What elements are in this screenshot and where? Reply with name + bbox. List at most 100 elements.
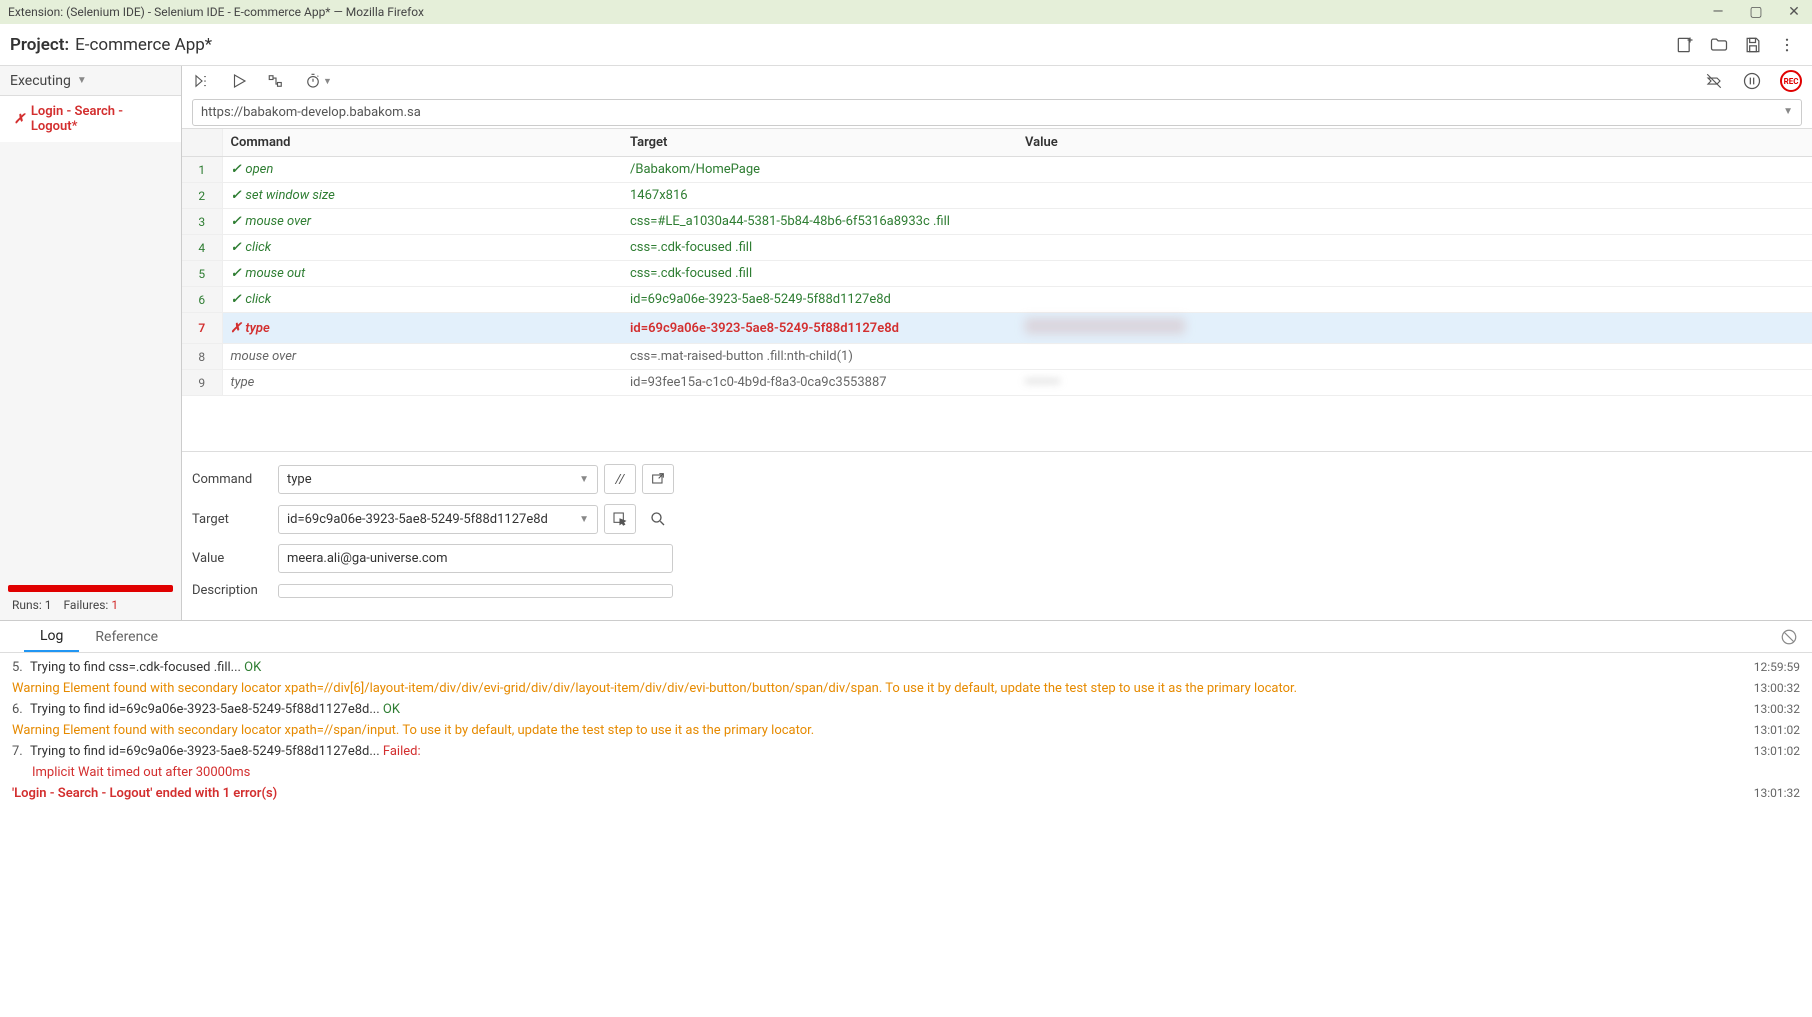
- folder-icon: [1709, 35, 1729, 55]
- run-current-button[interactable]: [230, 72, 248, 90]
- step-icon: [266, 72, 286, 90]
- log-timestamp: 13:00:32: [1754, 702, 1800, 716]
- check-icon: ✓: [231, 266, 242, 281]
- row-target: css=.cdk-focused .fill: [622, 235, 1017, 261]
- row-value: ••••••••: [1017, 370, 1812, 396]
- run-all-button[interactable]: [192, 72, 212, 90]
- log-timestamp: 12:59:59: [1754, 660, 1800, 674]
- col-num: [182, 129, 222, 157]
- row-number: 6: [182, 287, 222, 313]
- row-number: 4: [182, 235, 222, 261]
- test-name: Login - Search - Logout*: [31, 104, 167, 134]
- log-line: 6.Trying to find id=69c9a06e-3923-5ae8-5…: [0, 699, 1812, 720]
- record-button[interactable]: REC: [1780, 70, 1802, 92]
- table-row[interactable]: 3✓mouse overcss=#LE_a1030a44-5381-5b84-4…: [182, 209, 1812, 235]
- table-row[interactable]: 4✓clickcss=.cdk-focused .fill: [182, 235, 1812, 261]
- step-over-button[interactable]: [266, 72, 286, 90]
- row-value: [1017, 261, 1812, 287]
- more-menu-button[interactable]: [1772, 30, 1802, 60]
- new-file-icon: [1675, 35, 1695, 55]
- redacted-value: ••••••••: [1025, 375, 1060, 390]
- chevron-down-icon: ▼: [77, 75, 87, 86]
- clear-log-button[interactable]: [1780, 628, 1798, 646]
- table-row[interactable]: 7✗typeid=69c9a06e-3923-5ae8-5249-5f88d11…: [182, 313, 1812, 344]
- project-bar: Project: E-commerce App*: [0, 24, 1812, 66]
- chevron-down-icon: ▼: [579, 514, 589, 525]
- pause-icon: [1742, 71, 1762, 91]
- timer-icon: [304, 72, 322, 90]
- row-command: ✓set window size: [222, 183, 622, 209]
- row-target: css=#LE_a1030a44-5381-5b84-48b6-6f5316a8…: [622, 209, 1017, 235]
- row-target: 1467x816: [622, 183, 1017, 209]
- tab-reference[interactable]: Reference: [79, 623, 174, 651]
- row-number: 8: [182, 344, 222, 370]
- new-project-button[interactable]: [1670, 30, 1700, 60]
- row-command: ✓mouse out: [222, 261, 622, 287]
- no-entry-icon: [1780, 628, 1798, 646]
- row-target: id=69c9a06e-3923-5ae8-5249-5f88d1127e8d: [622, 287, 1017, 313]
- test-item-login[interactable]: ✗ Login - Search - Logout*: [0, 96, 181, 142]
- toggle-enable-button[interactable]: //: [604, 464, 636, 494]
- disable-breakpoints-button[interactable]: [1704, 72, 1724, 90]
- check-icon: ✓: [231, 214, 242, 229]
- save-project-button[interactable]: [1738, 30, 1768, 60]
- table-row[interactable]: 2✓set window size1467x816: [182, 183, 1812, 209]
- speed-button[interactable]: ▼: [304, 72, 332, 90]
- chevron-down-icon: ▼: [323, 76, 332, 87]
- window-buttons: — ▢ ✕: [1708, 4, 1804, 20]
- window-titlebar: Extension: (Selenium IDE) - Selenium IDE…: [0, 0, 1812, 24]
- project-name[interactable]: E-commerce App*: [75, 35, 212, 55]
- select-target-button[interactable]: [604, 504, 636, 534]
- tab-log[interactable]: Log: [24, 622, 79, 652]
- table-row[interactable]: 6✓clickid=69c9a06e-3923-5ae8-5249-5f88d1…: [182, 287, 1812, 313]
- window-title: Extension: (Selenium IDE) - Selenium IDE…: [8, 5, 1708, 19]
- row-number: 3: [182, 209, 222, 235]
- commands-table: Command Target Value 1✓open/Babakom/Home…: [182, 129, 1812, 396]
- open-project-button[interactable]: [1704, 30, 1734, 60]
- row-target: id=69c9a06e-3923-5ae8-5249-5f88d1127e8d: [622, 313, 1017, 344]
- command-input[interactable]: type ▼: [278, 465, 598, 494]
- row-command: ✓click: [222, 287, 622, 313]
- row-value: [1017, 344, 1812, 370]
- command-label: Command: [192, 472, 278, 487]
- run-toolbar: ▼ REC: [182, 66, 1812, 96]
- select-in-page-icon: [612, 511, 628, 527]
- log-tabs: Log Reference: [0, 621, 1812, 653]
- value-input[interactable]: meera.ali@ga-universe.com: [278, 544, 673, 573]
- sidebar-dropdown[interactable]: Executing ▼: [0, 66, 181, 96]
- log-line: 'Login - Search - Logout' ended with 1 e…: [0, 783, 1812, 804]
- row-target: css=.mat-raised-button .fill:nth-child(1…: [622, 344, 1017, 370]
- row-command: ✓mouse over: [222, 209, 622, 235]
- table-row[interactable]: 1✓open/Babakom/HomePage: [182, 157, 1812, 183]
- log-timestamp: 13:01:02: [1754, 723, 1800, 737]
- row-value: [1017, 209, 1812, 235]
- maximize-button[interactable]: ▢: [1746, 4, 1766, 20]
- target-input[interactable]: id=69c9a06e-3923-5ae8-5249-5f88d1127e8d …: [278, 505, 598, 534]
- row-command: mouse over: [222, 344, 622, 370]
- check-icon: ✓: [231, 240, 242, 255]
- description-input[interactable]: [278, 584, 673, 598]
- value-label: Value: [192, 551, 278, 566]
- table-row[interactable]: 8mouse overcss=.mat-raised-button .fill:…: [182, 344, 1812, 370]
- log-timestamp: 13:01:32: [1754, 786, 1800, 800]
- open-new-window-button[interactable]: [642, 464, 674, 494]
- play-all-icon: [192, 72, 212, 90]
- chevron-down-icon: ▼: [579, 474, 589, 485]
- find-target-button[interactable]: [642, 504, 674, 534]
- col-value: Value: [1017, 129, 1812, 157]
- tests-sidebar: Executing ▼ ✗ Login - Search - Logout* R…: [0, 66, 182, 620]
- minimize-button[interactable]: —: [1708, 4, 1728, 20]
- row-number: 9: [182, 370, 222, 396]
- close-button[interactable]: ✕: [1784, 4, 1804, 20]
- runs-summary: Runs: 1 Failures: 1: [8, 598, 173, 612]
- row-command: ✓click: [222, 235, 622, 261]
- pause-on-exception-button[interactable]: [1742, 71, 1762, 91]
- table-row[interactable]: 5✓mouse outcss=.cdk-focused .fill: [182, 261, 1812, 287]
- base-url-input[interactable]: https://babakom-develop.babakom.sa ▼: [192, 99, 1802, 126]
- log-timestamp: 13:01:02: [1754, 744, 1800, 758]
- row-number: 2: [182, 183, 222, 209]
- record-icon: REC: [1780, 70, 1802, 92]
- command-detail-pane: Command type ▼ // Target id=69c9a06e-392…: [182, 451, 1812, 620]
- table-row[interactable]: 9typeid=93fee15a-c1c0-4b9d-f8a3-0ca9c355…: [182, 370, 1812, 396]
- redacted-value: [1025, 318, 1185, 334]
